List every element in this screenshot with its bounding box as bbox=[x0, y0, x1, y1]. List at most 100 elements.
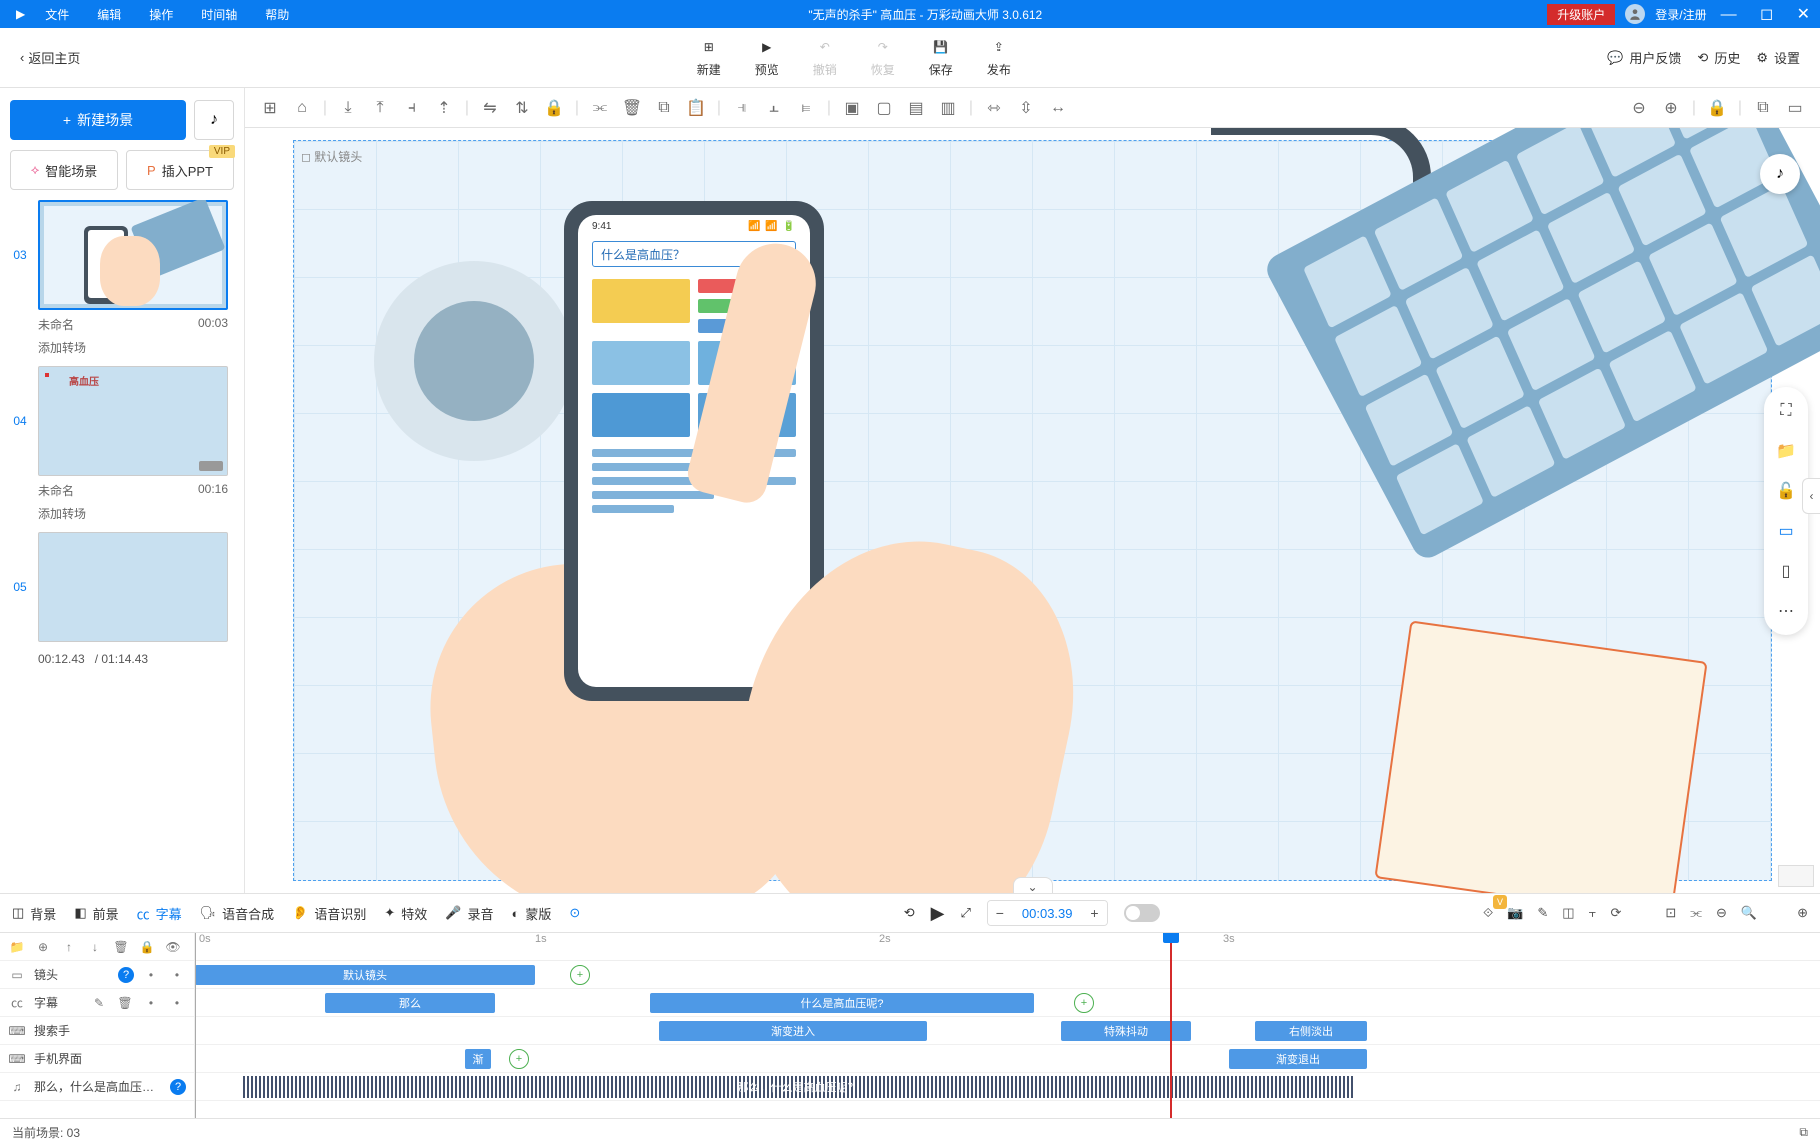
marker-icon[interactable]: ⊡ bbox=[1665, 905, 1676, 921]
forward-icon[interactable]: ▤ bbox=[901, 93, 931, 123]
track-header-camera[interactable]: ▭镜头?•• bbox=[0, 961, 194, 989]
scene-thumbnail[interactable] bbox=[38, 200, 228, 310]
lock-icon[interactable]: 🔒 bbox=[138, 938, 156, 956]
menu-help[interactable]: 帮助 bbox=[251, 6, 303, 23]
align-bottom-icon[interactable]: ⤓ bbox=[333, 93, 363, 123]
add-keyframe-button[interactable]: + bbox=[1074, 993, 1094, 1013]
track-header-search-hand[interactable]: ⌨搜索手 bbox=[0, 1017, 194, 1045]
tab-tts[interactable]: 🗣语音合成 bbox=[200, 904, 275, 923]
login-register-link[interactable]: 登录/注册 bbox=[1655, 6, 1706, 23]
minimize-button[interactable]: — bbox=[1711, 6, 1747, 23]
grid-icon[interactable]: ⊞ bbox=[255, 93, 285, 123]
menu-edit[interactable]: 编辑 bbox=[83, 6, 135, 23]
edit-icon[interactable]: ✎ bbox=[1537, 905, 1548, 921]
tab-subtitle[interactable]: ㏄字幕 bbox=[137, 904, 182, 923]
frame-icon[interactable]: ▭ bbox=[1780, 93, 1810, 123]
flip-h-icon[interactable]: ⇋ bbox=[475, 93, 505, 123]
track-audio[interactable]: 那么，什么是高血压呢？ bbox=[195, 1073, 1820, 1101]
clip-animation[interactable]: 渐 bbox=[465, 1049, 491, 1069]
copy-status-icon[interactable]: ⧉ bbox=[1799, 1125, 1808, 1140]
tab-background[interactable]: ◫背景 bbox=[12, 904, 56, 923]
tab-effects[interactable]: ✦特效 bbox=[384, 904, 427, 923]
rewind-icon[interactable]: ⟲ bbox=[904, 905, 915, 921]
collapse-canvas-button[interactable]: ⌄ bbox=[1013, 877, 1053, 893]
timeline-tracks[interactable]: 0s 1s 2s 3s 默认镜头 + 那么 什么是高血压呢? + 渐变进入 特殊… bbox=[195, 933, 1820, 1118]
clip-animation[interactable]: 右侧淡出 bbox=[1255, 1021, 1367, 1041]
zoom-out2-icon[interactable]: ⊖ bbox=[1716, 905, 1727, 921]
playhead[interactable] bbox=[1170, 933, 1172, 1118]
move-up-icon[interactable]: ↑ bbox=[60, 938, 78, 956]
info-icon[interactable]: ? bbox=[170, 1079, 186, 1095]
copy-icon[interactable]: ⧉ bbox=[649, 93, 679, 123]
back-home-button[interactable]: ‹ 返回主页 bbox=[0, 48, 100, 67]
add-track-icon[interactable]: ⊕ bbox=[1797, 905, 1808, 921]
clip-subtitle[interactable]: 那么 bbox=[325, 993, 495, 1013]
tab-asr[interactable]: 👂语音识别 bbox=[292, 904, 366, 923]
backward-icon[interactable]: ▥ bbox=[933, 93, 963, 123]
track-camera[interactable]: 默认镜头 + bbox=[195, 961, 1820, 989]
camera-icon[interactable]: 📷 bbox=[1507, 905, 1523, 921]
link2-icon[interactable]: ⫘ bbox=[1690, 905, 1702, 921]
trash-icon[interactable]: 🗑 bbox=[617, 93, 647, 123]
align-hmid-icon[interactable]: ⫞ bbox=[397, 93, 427, 123]
lock-canvas-icon[interactable]: 🔒 bbox=[1702, 93, 1732, 123]
clip-animation[interactable]: 渐变进入 bbox=[659, 1021, 927, 1041]
new-scene-button[interactable]: +新建场景 bbox=[10, 100, 186, 140]
smart-scene-button[interactable]: ⟡智能场景 bbox=[10, 150, 118, 190]
more-icon[interactable]: ⋯ bbox=[1774, 599, 1798, 623]
close-button[interactable]: ✕ bbox=[1787, 6, 1820, 23]
clip-audio[interactable] bbox=[243, 1076, 1353, 1098]
mobile-icon[interactable]: ▯ bbox=[1774, 559, 1798, 583]
track-phone-ui[interactable]: 渐 + 渐变退出 bbox=[195, 1045, 1820, 1073]
transition-label[interactable]: 添加转场 bbox=[10, 339, 234, 356]
bring-front-icon[interactable]: ▣ bbox=[837, 93, 867, 123]
desktop-icon[interactable]: ▭ bbox=[1774, 519, 1798, 543]
insert-ppt-button[interactable]: P插入PPTVIP bbox=[126, 150, 234, 190]
track-subtitle[interactable]: 那么 什么是高血压呢? + bbox=[195, 989, 1820, 1017]
clip-subtitle[interactable]: 什么是高血压呢? bbox=[650, 993, 1034, 1013]
filter-icon[interactable]: ⫟ bbox=[1589, 905, 1597, 921]
expand-arrows-icon[interactable]: ⤢ bbox=[960, 905, 970, 921]
paste-icon[interactable]: 📋 bbox=[681, 93, 711, 123]
time-plus-button[interactable]: + bbox=[1083, 901, 1107, 925]
scene-thumbnail[interactable] bbox=[38, 532, 228, 642]
canvas-music-button[interactable]: ♪ bbox=[1760, 154, 1800, 194]
duplicate-icon[interactable]: ⧉ bbox=[1748, 93, 1778, 123]
toolbar-save[interactable]: 💾保存 bbox=[929, 37, 953, 78]
crop-icon[interactable]: ◫ bbox=[1562, 905, 1574, 921]
clip-camera[interactable]: 默认镜头 bbox=[195, 965, 535, 985]
tab-more[interactable]: ⊙ bbox=[569, 905, 580, 921]
keyframe-icon[interactable]: ⟐ V bbox=[1483, 905, 1493, 921]
toolbar-undo[interactable]: ↶撤销 bbox=[813, 37, 837, 78]
settings-button[interactable]: ⚙设置 bbox=[1756, 48, 1800, 67]
eye-icon[interactable]: 👁 bbox=[164, 938, 182, 956]
play-timeline-icon[interactable]: ▶ bbox=[931, 903, 945, 924]
zoom-out-icon[interactable]: ⊖ bbox=[1624, 93, 1654, 123]
toolbar-redo[interactable]: ↷恢复 bbox=[871, 37, 895, 78]
add-keyframe-button[interactable]: + bbox=[570, 965, 590, 985]
time-ruler[interactable]: 0s 1s 2s 3s bbox=[195, 933, 1820, 961]
loop-toggle[interactable] bbox=[1124, 904, 1160, 922]
scene-thumbnail[interactable]: 高血压 bbox=[38, 366, 228, 476]
user-avatar-icon[interactable] bbox=[1625, 4, 1645, 24]
dist-v-icon[interactable]: ⇳ bbox=[1011, 93, 1041, 123]
track-header-subtitle[interactable]: ㏄字幕✎🗑•• bbox=[0, 989, 194, 1017]
maximize-button[interactable]: ◻ bbox=[1750, 6, 1783, 23]
canvas-stage[interactable]: 9:41 📶 📶 🔋 什么是高血压？ bbox=[245, 128, 1820, 893]
clip-animation[interactable]: 渐变退出 bbox=[1229, 1049, 1367, 1069]
expand-panel-button[interactable]: ‹ bbox=[1802, 478, 1820, 514]
zoom-in-icon[interactable]: ⊕ bbox=[1656, 93, 1686, 123]
tab-mask[interactable]: ◐蒙版 bbox=[512, 904, 552, 923]
menu-action[interactable]: 操作 bbox=[135, 6, 187, 23]
unlock-icon[interactable]: 🔓 bbox=[1774, 479, 1798, 503]
align-center-icon[interactable]: ⫠ bbox=[759, 93, 789, 123]
edit-icon[interactable]: ✎ bbox=[90, 994, 108, 1012]
toolbar-publish[interactable]: ⇪发布 bbox=[987, 37, 1011, 78]
zoom-in2-icon[interactable]: 🔍 bbox=[1741, 905, 1757, 921]
toolbar-new[interactable]: ⊞新建 bbox=[697, 37, 721, 78]
move-down-icon[interactable]: ↓ bbox=[86, 938, 104, 956]
menu-file[interactable]: 文件 bbox=[31, 6, 83, 23]
minimap-preview[interactable] bbox=[1778, 865, 1814, 887]
transition-label[interactable]: 添加转场 bbox=[10, 505, 234, 522]
track-header-audio[interactable]: ♫那么，什么是高血压…? bbox=[0, 1073, 194, 1101]
